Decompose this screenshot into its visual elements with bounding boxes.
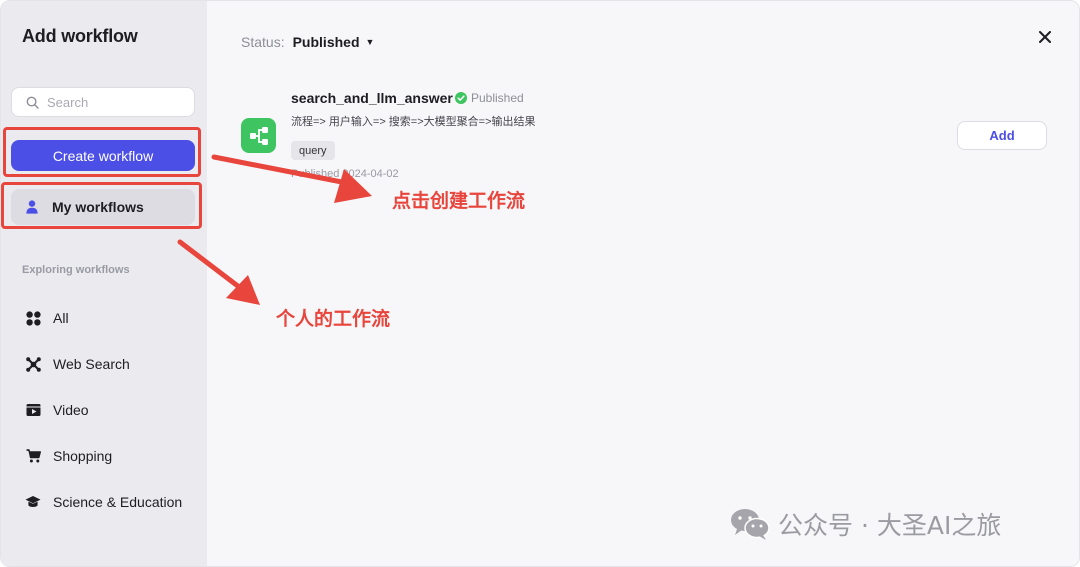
sidebar-item-label: Web Search — [53, 356, 130, 372]
published-badge-label: Published — [471, 91, 524, 105]
web-search-icon — [25, 356, 41, 372]
workflow-name: search_and_llm_answer — [291, 90, 453, 106]
sidebar-item-video[interactable]: Video — [25, 398, 89, 422]
status-filter[interactable]: Status: Published ▼ — [241, 34, 374, 50]
main-panel: Status: Published ▼ search_and_llm_answe… — [207, 1, 1079, 566]
sidebar-item-label: All — [53, 310, 69, 326]
status-value[interactable]: Published — [293, 34, 360, 50]
close-button[interactable] — [1037, 29, 1053, 45]
check-circle-icon — [455, 92, 467, 104]
video-icon — [25, 402, 41, 418]
section-label-exploring: Exploring workflows — [22, 264, 130, 276]
workflow-description: 流程=> 用户输入=> 搜索=>大模型聚合=>输出结果 — [291, 116, 536, 128]
status-label: Status: — [241, 34, 285, 50]
search-input[interactable] — [47, 94, 187, 110]
sidebar-item-science-education[interactable]: Science & Education — [25, 490, 182, 514]
add-workflow-dialog: Add workflow Create workflow My workflow… — [0, 0, 1080, 567]
workflow-published-date: Published 2024-04-02 — [291, 168, 399, 180]
close-icon — [1039, 31, 1051, 43]
sidebar-item-label: Video — [53, 402, 89, 418]
caret-down-icon: ▼ — [365, 37, 375, 47]
annotation-my-hint: 个人的工作流 — [276, 308, 391, 330]
highlight-my-workflows — [1, 182, 202, 229]
sidebar-item-label: Shopping — [53, 448, 113, 464]
wechat-icon — [730, 507, 770, 541]
sidebar-item-shopping[interactable]: Shopping — [25, 444, 112, 468]
workflow-tag: query — [291, 141, 335, 160]
watermark-text: 公众号 · 大圣AI之旅 — [778, 511, 1002, 540]
cart-icon — [25, 448, 41, 464]
grid-icon — [25, 310, 41, 326]
search-box[interactable] — [11, 87, 195, 117]
dialog-title: Add workflow — [22, 26, 138, 46]
sidebar-item-web-search[interactable]: Web Search — [25, 352, 130, 376]
highlight-create-button — [3, 127, 201, 177]
workflow-icon — [241, 118, 276, 153]
graduation-cap-icon — [25, 494, 41, 510]
watermark: 公众号 · 大圣AI之旅 — [730, 506, 1001, 542]
sidebar-item-label: Science & Education — [53, 494, 183, 510]
add-workflow-button[interactable]: Add — [957, 121, 1047, 150]
annotation-create-hint: 点击创建工作流 — [392, 190, 526, 212]
search-icon — [26, 96, 39, 109]
published-badge: Published — [455, 91, 524, 105]
sidebar-item-all[interactable]: All — [25, 306, 69, 330]
sidebar: Add workflow Create workflow My workflow… — [1, 1, 207, 566]
